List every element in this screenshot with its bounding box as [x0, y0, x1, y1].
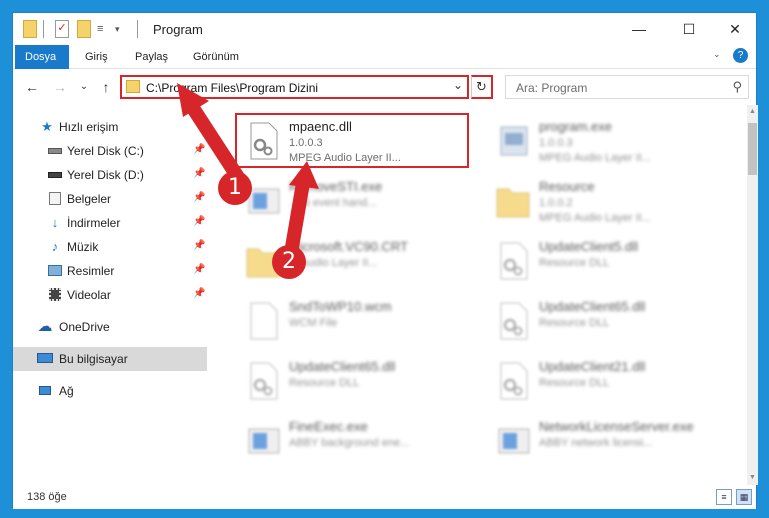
annotation-badge-2: 2	[272, 245, 306, 279]
arrow-2-shaft	[284, 176, 310, 260]
arrow-2-head	[289, 161, 319, 189]
explorer-window: ✓ ≡ ▾ Program — ☐ ✕ Dosya Giriş Paylaş G…	[12, 12, 758, 509]
annotation-badge-1: 1	[218, 171, 252, 205]
annotation-arrows	[177, 83, 319, 260]
